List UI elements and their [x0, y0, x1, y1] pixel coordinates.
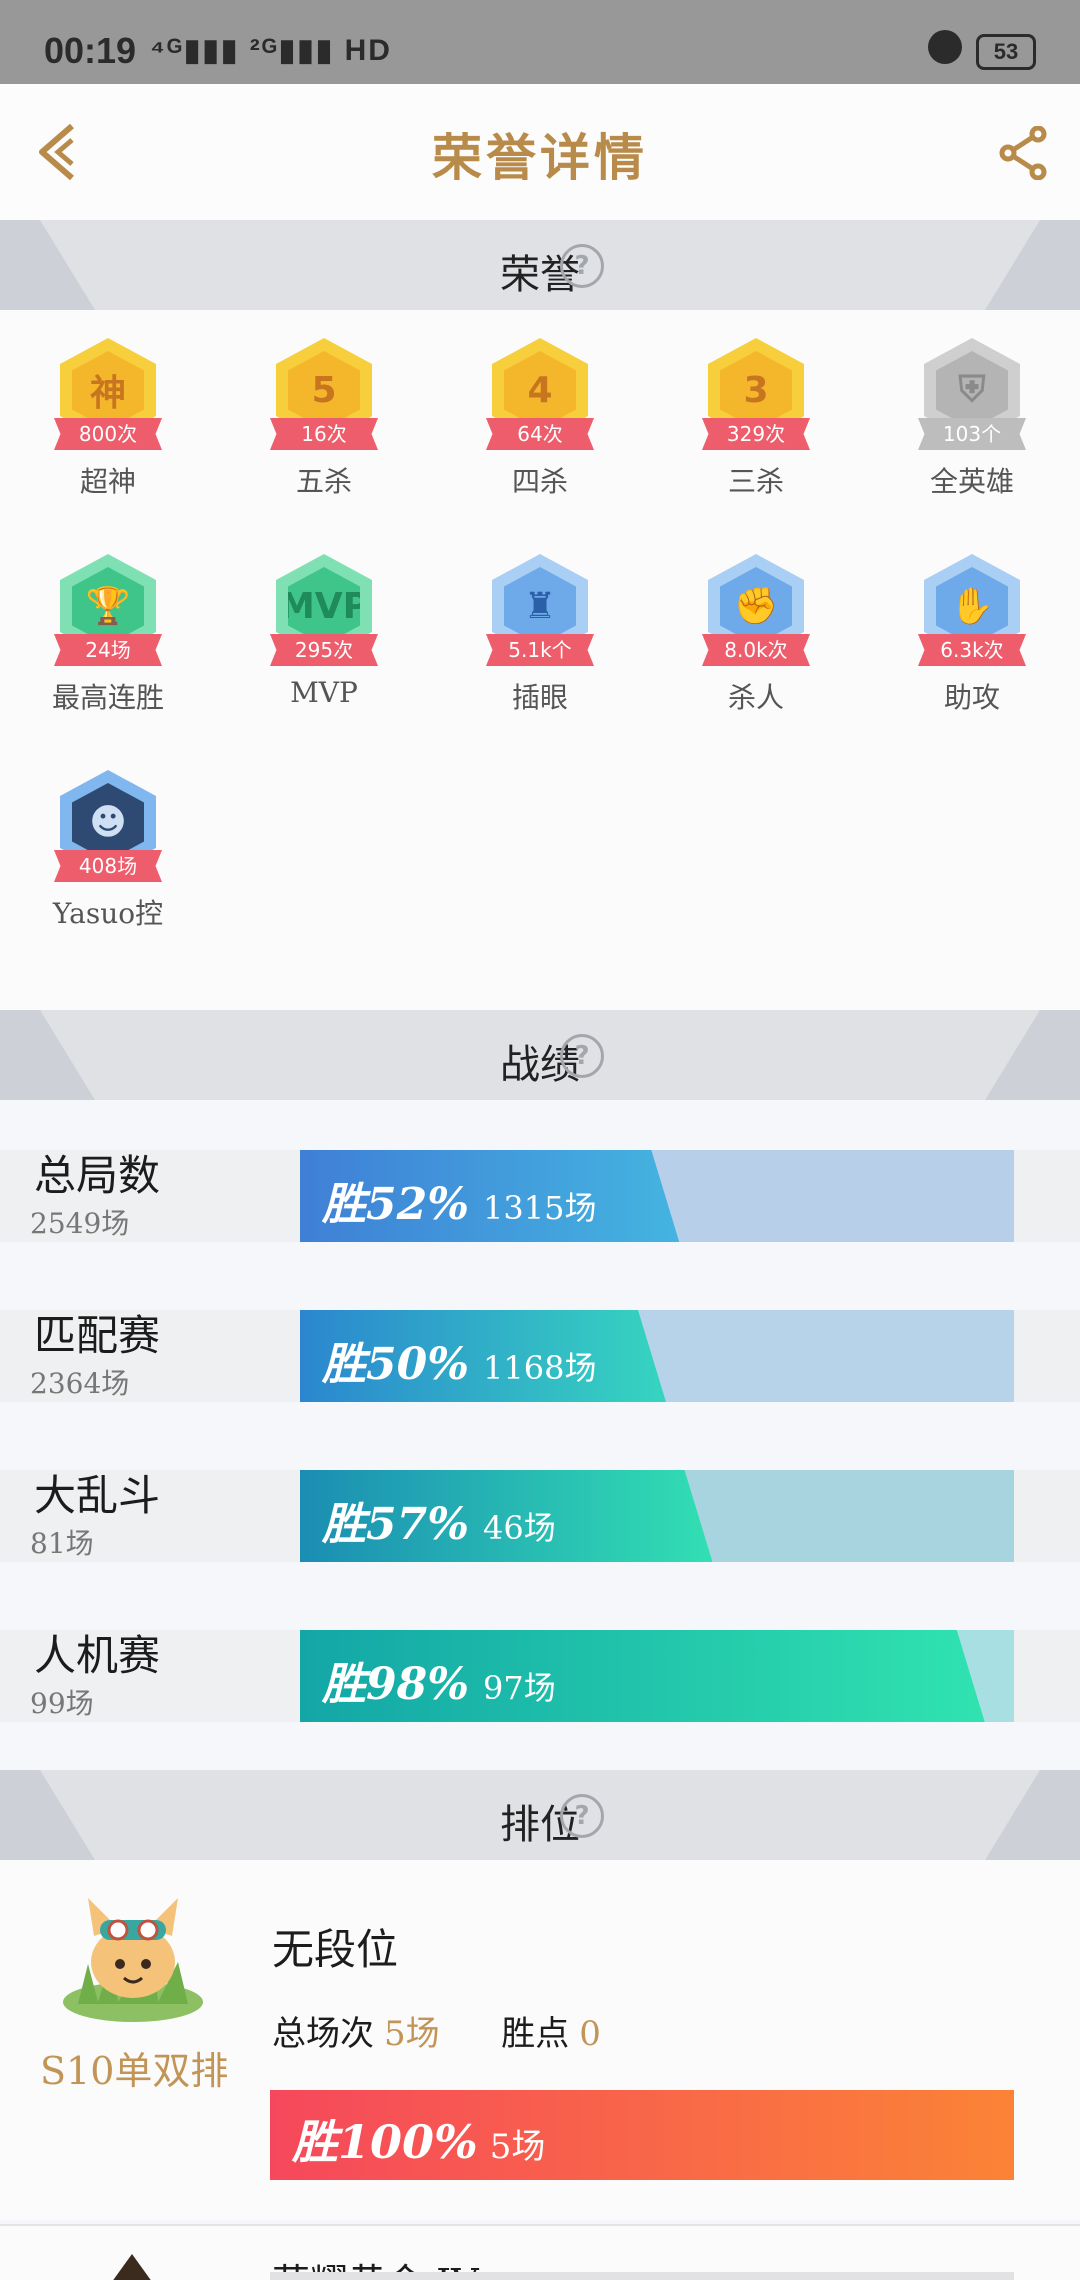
section-header-stats: 战绩 ?	[0, 1010, 1080, 1100]
help-icon[interactable]: ?	[560, 1034, 604, 1078]
rank-bar-next	[270, 2272, 1014, 2280]
honor-name: 助攻	[943, 681, 1000, 714]
total-games-label: 总场次	[272, 2014, 374, 2054]
stat-row[interactable]: 人机赛 99场 胜98% 97场	[0, 1630, 1080, 1722]
honor-value: 8.0k次	[702, 634, 810, 666]
stat-row[interactable]: 匹配赛 2364场 胜50% 1168场	[0, 1310, 1080, 1402]
section-header-honors: 荣誉 ?	[0, 220, 1080, 310]
rank-card-next[interactable]: 荣耀黄金 IV	[0, 2226, 1080, 2280]
honor-name: 杀人	[727, 681, 784, 714]
status-bar: 00:19 ⁴ᴳ▮▮▮ ²ᴳ▮▮▮ HD 53	[0, 0, 1080, 84]
honor-name: MVP	[290, 676, 358, 709]
section-header-rank: 排位 ?	[0, 1770, 1080, 1860]
honor-name: 插眼	[511, 681, 568, 714]
stat-row[interactable]: 大乱斗 81场 胜57% 46场	[0, 1470, 1080, 1562]
rank-winrate: 胜100%	[292, 2115, 478, 2169]
honor-name: 全英雄	[929, 465, 1014, 498]
section-title: 排位	[500, 1802, 580, 1848]
wins-count: 97场	[483, 1669, 556, 1707]
honor-value: 16次	[270, 418, 378, 450]
wins-count: 1315场	[483, 1189, 597, 1227]
stat-count: 99场	[30, 1687, 94, 1720]
app-header: 荣誉详情	[0, 84, 1080, 220]
rank-season: S10单双排	[40, 2049, 229, 2093]
winrate-percent: 胜52%	[322, 1179, 470, 1230]
alarm-icon	[928, 30, 962, 64]
honor-item[interactable]: ⛨ 103个 全英雄	[864, 310, 1080, 510]
winrate-bar: 胜57% 46场	[300, 1470, 1014, 1562]
honor-value: 103个	[918, 418, 1026, 450]
rank-winrate-bar: 胜100% 5场	[270, 2090, 1014, 2180]
winrate-bar: 胜98% 97场	[300, 1630, 1014, 1722]
help-icon[interactable]: ?	[560, 1794, 604, 1838]
honor-name: 三杀	[727, 465, 784, 498]
winrate-percent: 胜50%	[322, 1339, 470, 1390]
wins-count: 1168场	[483, 1349, 597, 1387]
stat-row[interactable]: 总局数 2549场 胜52% 1315场	[0, 1150, 1080, 1242]
stat-count: 2549场	[30, 1207, 130, 1240]
honor-item[interactable]: ✊ 8.0k次 杀人	[648, 526, 864, 726]
win-points-label: 胜点	[501, 2014, 570, 2054]
network-indicator: ⁴ᴳ▮▮▮ ²ᴳ▮▮▮ HD	[150, 34, 392, 67]
honor-value: 329次	[702, 418, 810, 450]
share-icon[interactable]	[998, 126, 1048, 180]
honors-grid: 神 800次 超神 5 16次 五杀 4 64次 四杀 3 329次 三杀 ⛨ 103个 全英雄 🏆 24场 最高…	[0, 310, 1080, 1010]
honor-value: 6.3k次	[918, 634, 1026, 666]
honor-name: 最高连胜	[51, 681, 164, 714]
honor-item[interactable]: ✋ 6.3k次 助攻	[864, 526, 1080, 726]
stat-name: 大乱斗	[34, 1471, 161, 1520]
wins-count: 46场	[483, 1509, 556, 1547]
stat-name: 总局数	[34, 1151, 161, 1200]
winrate-bar: 胜50% 1168场	[300, 1310, 1014, 1402]
stat-name: 匹配赛	[34, 1311, 161, 1360]
winrate-percent: 胜57%	[322, 1499, 470, 1550]
honor-value: 5.1k个	[486, 634, 594, 666]
honor-value: 408场	[54, 850, 162, 882]
rank-emblem-icon	[103, 2254, 161, 2280]
honor-value: 64次	[486, 418, 594, 450]
rank-meta: 总场次 5场 胜点 0	[272, 2006, 601, 2055]
total-games-value: 5场	[384, 2014, 440, 2054]
stat-count: 81场	[30, 1527, 94, 1560]
honor-item[interactable]: 4 64次 四杀	[432, 310, 648, 510]
stat-count: 2364场	[30, 1367, 130, 1400]
honor-value: 24场	[54, 634, 162, 666]
status-time: 00:19	[44, 30, 137, 71]
winrate-percent: 胜98%	[322, 1659, 470, 1710]
honor-item[interactable]: ♜ 5.1k个 插眼	[432, 526, 648, 726]
winrate-bar: 胜52% 1315场	[300, 1150, 1014, 1242]
honor-item[interactable]: ☻ 408场 Yasuo控	[0, 742, 216, 942]
honor-item[interactable]: 5 16次 五杀	[216, 310, 432, 510]
rank-tier: 无段位	[272, 1925, 399, 1974]
honor-name: 四杀	[511, 465, 568, 498]
mascot-icon	[63, 1898, 203, 2022]
rank-card[interactable]: S10单双排 无段位 总场次 5场 胜点 0 胜100% 5场	[0, 1860, 1080, 2220]
honor-item[interactable]: 神 800次 超神	[0, 310, 216, 510]
rank-games: 5场	[489, 2127, 546, 2167]
battery-icon: 53	[976, 34, 1036, 70]
section-title: 战绩	[500, 1042, 580, 1088]
honor-item[interactable]: 🏆 24场 最高连胜	[0, 526, 216, 726]
page-title: 荣誉详情	[432, 128, 648, 187]
honor-name: 五杀	[295, 465, 352, 498]
help-icon[interactable]: ?	[560, 244, 604, 288]
honor-item[interactable]: MVP 295次 MVP	[216, 526, 432, 726]
honor-name: 超神	[79, 465, 136, 498]
stat-name: 人机赛	[34, 1631, 161, 1680]
honor-value: 295次	[270, 634, 378, 666]
section-title: 荣誉	[500, 252, 580, 298]
honor-value: 800次	[54, 418, 162, 450]
win-points-value: 0	[579, 2014, 601, 2054]
honor-item[interactable]: 3 329次 三杀	[648, 310, 864, 510]
honor-name: Yasuo控	[52, 897, 164, 930]
